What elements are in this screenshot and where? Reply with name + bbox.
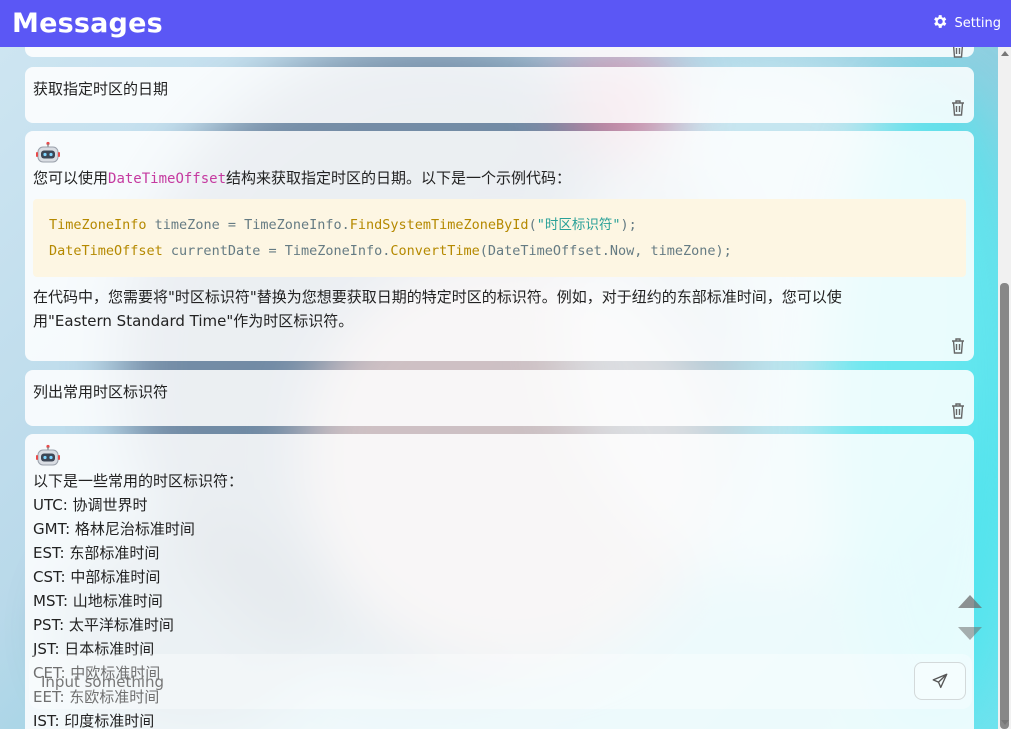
delete-button[interactable] — [950, 402, 966, 420]
page-title: Messages — [12, 8, 163, 39]
app-header: Messages Setting — [0, 0, 1011, 47]
code-block: TimeZoneInfo timeZone = TimeZoneInfo.Fin… — [33, 199, 966, 277]
message-text: 获取指定时区的日期 — [33, 80, 169, 98]
trash-icon — [952, 338, 964, 354]
inline-code: DateTimeOffset — [108, 171, 227, 187]
scroll-bottom-button[interactable] — [958, 627, 982, 640]
list-item: EST: 东部标准时间 — [33, 544, 160, 562]
setting-label: Setting — [954, 16, 1001, 31]
trash-icon — [952, 100, 964, 116]
list-item: GMT: 格林尼治标准时间 — [33, 520, 195, 538]
robot-icon — [36, 141, 60, 163]
send-button[interactable] — [914, 662, 966, 700]
list-item: IST: 印度标准时间 — [33, 712, 155, 729]
message-text: 列出常用时区标识符 — [33, 383, 169, 401]
message-card — [25, 47, 974, 59]
delete-button[interactable] — [950, 337, 966, 355]
delete-button[interactable] — [950, 47, 966, 59]
scrollbar[interactable] — [998, 47, 1011, 729]
list-item: MST: 山地标准时间 — [33, 592, 163, 610]
gear-icon — [931, 13, 948, 34]
user-message: 获取指定时区的日期 — [25, 67, 974, 123]
input-bar — [29, 654, 972, 709]
setting-button[interactable]: Setting — [931, 13, 1001, 34]
bot-message: 您可以使用DateTimeOffset结构来获取指定时区的日期。以下是一个示例代… — [25, 131, 974, 361]
list-item: PST: 太平洋标准时间 — [33, 616, 174, 634]
trash-icon — [952, 403, 964, 419]
message-intro: 您可以使用DateTimeOffset结构来获取指定时区的日期。以下是一个示例代… — [33, 169, 572, 187]
message-input[interactable] — [37, 664, 897, 700]
list-item: CST: 中部标准时间 — [33, 568, 161, 586]
user-message: 列出常用时区标识符 — [25, 370, 974, 426]
scroll-up-arrow-icon[interactable] — [1001, 51, 1009, 56]
scroll-down-arrow-icon[interactable] — [1001, 720, 1009, 725]
send-icon — [932, 673, 948, 689]
message-outro: 在代码中，您需要将"时区标识符"替换为您想要获取日期的特定时区的标识符。例如，对… — [33, 288, 842, 330]
list-item: UTC: 协调世界时 — [33, 496, 148, 514]
scrollbar-thumb[interactable] — [1000, 283, 1009, 729]
robot-icon — [36, 444, 60, 466]
message-intro: 以下是一些常用的时区标识符： — [33, 472, 244, 490]
trash-icon — [952, 47, 964, 58]
message-list: 获取指定时区的日期 您可以使用DateTimeOffset结构来获取指定时区的日… — [0, 47, 998, 729]
delete-button[interactable] — [950, 99, 966, 117]
scroll-top-button[interactable] — [958, 595, 982, 608]
